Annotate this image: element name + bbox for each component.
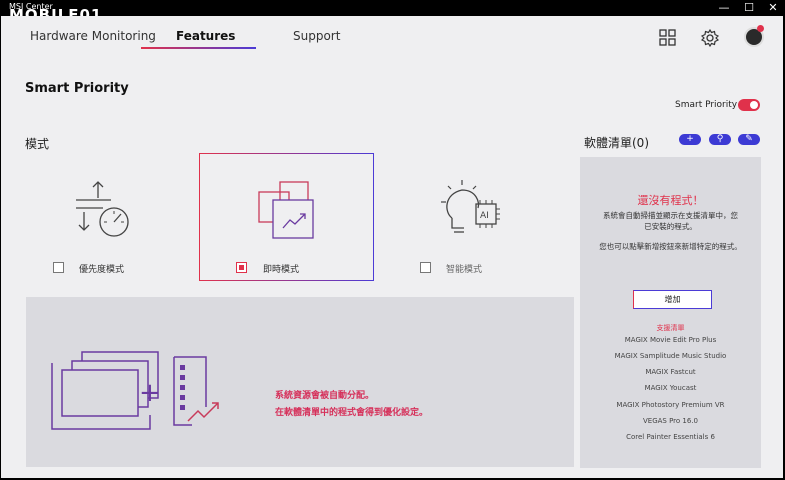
priority-mode-checkbox[interactable] [53, 262, 64, 273]
supported-list-title: 支援清單 [656, 324, 685, 332]
smart-mode-label: 智能模式 [446, 265, 483, 275]
mode-section-title: 模式 [25, 137, 50, 151]
maximize-button[interactable]: ☐ [739, 0, 759, 16]
supported-item: MAGIX Youcast [644, 384, 697, 392]
empty-desc-1a: 系統會自動掃描並顯示在支援清單中，您 [603, 211, 738, 220]
active-tab-indicator [141, 47, 256, 49]
supported-item: MAGIX Samplitude Music Studio [614, 352, 727, 360]
supported-item: MAGIX Movie Edit Pro Plus [624, 336, 717, 344]
software-list-title: 軟體清單(0) [584, 136, 649, 150]
search-icon[interactable]: ⚲ [709, 134, 731, 145]
svg-text:AI: AI [480, 211, 489, 221]
plus-sign: + [139, 378, 161, 408]
add-software-button[interactable]: + [679, 134, 701, 145]
smart-priority-toggle-label: Smart Priority [675, 100, 738, 110]
notification-dot [757, 25, 764, 32]
ai-bulb-icon: AI [441, 180, 500, 233]
empty-desc-1b: 已安裝的程式。 [644, 222, 697, 231]
software-list-panel: 還沒有程式！ 系統會自動掃描並顯示在支援清單中，您 已安裝的程式。 您也可以點擊… [580, 157, 761, 468]
priority-mode-label: 優先度模式 [79, 265, 125, 275]
info-line-1: 系統資源會被自動分配。 [275, 391, 375, 401]
info-line-2: 在軟體清單中的程式會得到優化設定。 [275, 408, 429, 418]
close-button[interactable]: ✕ [763, 0, 783, 16]
app-window: Hardware Monitoring Features Support Sma… [1, 16, 783, 478]
mode-description-panel: + 系統資源會被自動分配。 在軟體清單中的程式會得到優化設定。 [26, 297, 574, 467]
supported-item: MAGIX Photostory Premium VR [616, 401, 725, 409]
tab-hardware-monitoring[interactable]: Hardware Monitoring [30, 29, 156, 43]
realtime-mode-label: 即時模式 [263, 265, 300, 275]
empty-title: 還沒有程式！ [637, 194, 704, 207]
smart-mode-checkbox[interactable] [420, 262, 431, 273]
title-bar: MSI Center MOBILE01 — ☐ ✕ [0, 0, 785, 23]
list-chart-icon [173, 356, 219, 426]
add-button[interactable]: 增加 [633, 290, 712, 309]
tab-support[interactable]: Support [293, 29, 340, 43]
windows-chart-icon [258, 181, 314, 239]
supported-item: VEGAS Pro 16.0 [642, 417, 698, 425]
tab-features[interactable]: Features [176, 29, 235, 43]
grid-icon[interactable] [658, 28, 678, 48]
supported-item: Corel Painter Essentials 6 [626, 433, 715, 441]
page-title: Smart Priority [25, 81, 129, 96]
gear-icon[interactable] [700, 28, 720, 48]
speedometer-icon [76, 181, 129, 237]
empty-desc-2: 您也可以點擊新增按鈕來新增特定的程式。 [599, 242, 742, 251]
smart-priority-toggle[interactable] [738, 99, 760, 111]
supported-item: MAGIX Fastcut [645, 368, 696, 376]
edit-icon[interactable]: ✎ [738, 134, 760, 145]
minimize-button[interactable]: — [714, 0, 734, 16]
realtime-mode-checkbox[interactable] [236, 262, 247, 273]
